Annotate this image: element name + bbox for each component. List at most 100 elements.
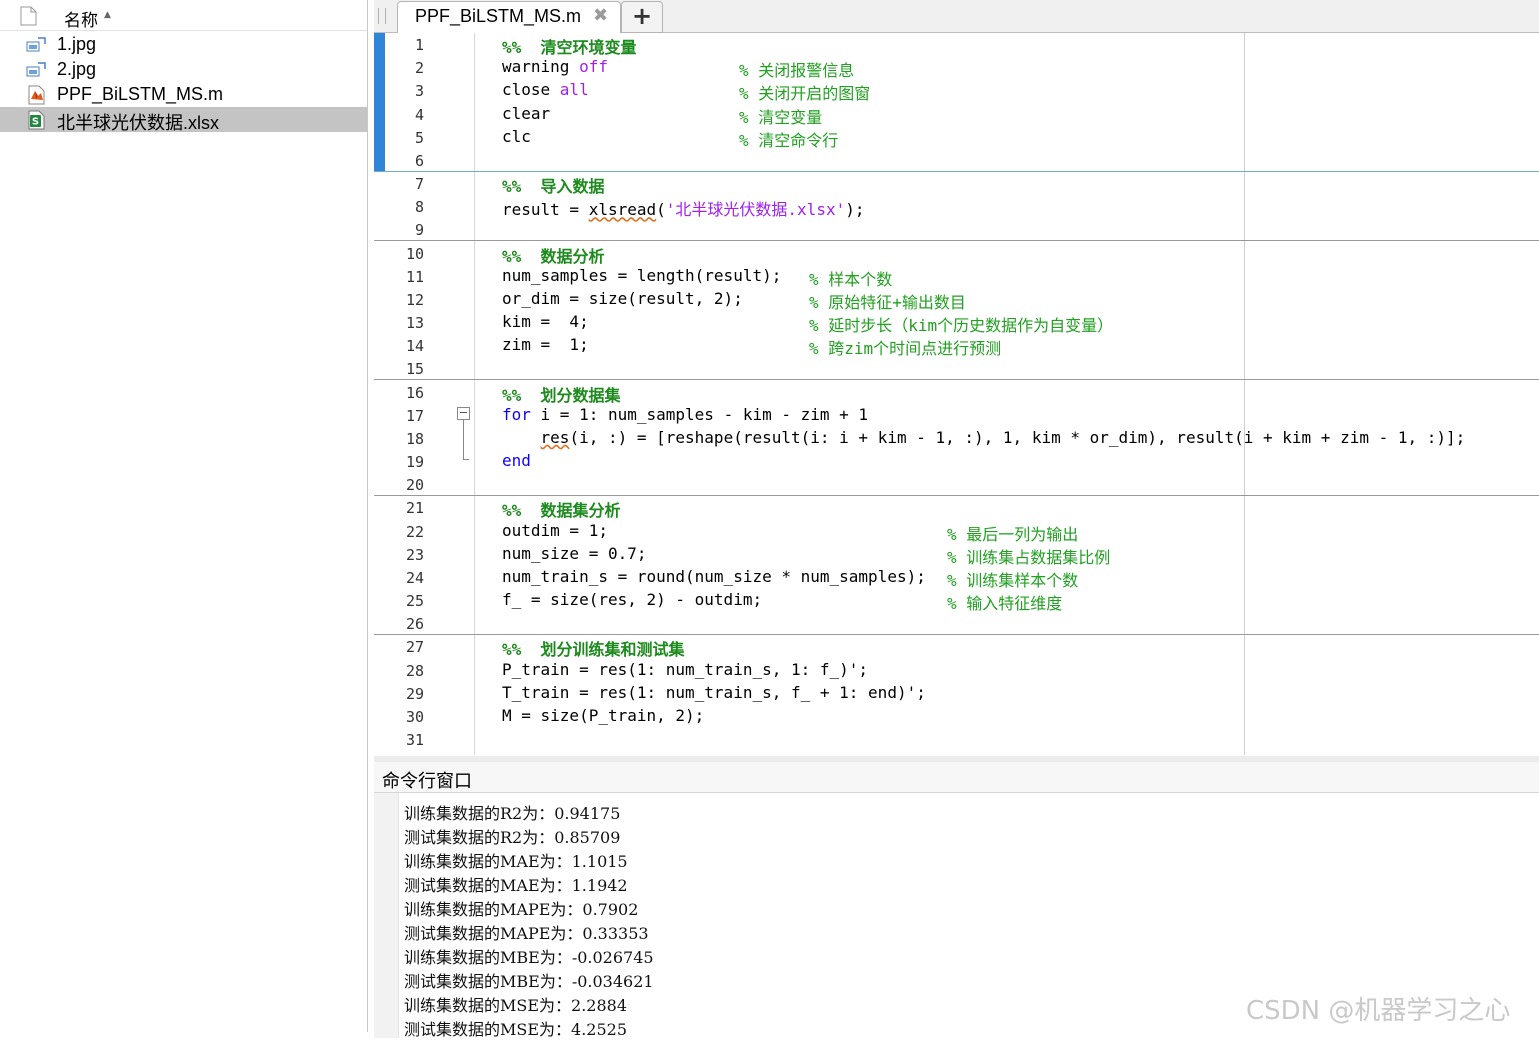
code-line[interactable]: 22 outdim = 1; % 最后一列为输出	[374, 520, 1539, 544]
code-line[interactable]: 23 num_size = 0.7; % 训练集占数据集比例	[374, 543, 1539, 567]
watermark: CSDN @机器学习之心	[1246, 996, 1511, 1026]
code-area[interactable]: 1 %% 清空环境变量 2 warning off % 关闭报警信息 3 close all…	[374, 33, 1539, 755]
line-number: 3	[414, 82, 424, 101]
code-comment: % 清空命令行	[739, 130, 839, 150]
code-comment: % 关闭报警信息	[739, 61, 855, 81]
line-number: 31	[405, 731, 424, 750]
section-title: %% 清空环境变量	[502, 38, 637, 57]
section-title: %% 导入数据	[502, 177, 605, 197]
line-number: 20	[405, 476, 424, 495]
code-line[interactable]: 5 clc % 清空命令行	[374, 126, 1539, 150]
line-number: 17	[405, 406, 424, 425]
code-line[interactable]: 17 for i = 1: num_samples - kim - zim + 1	[374, 404, 1539, 427]
code-token: zim = 1;	[502, 335, 589, 355]
line-number: 16	[405, 383, 424, 402]
tab-ppf-bilstm-ms[interactable]: PPF_BiLSTM_MS.m ✖	[397, 1, 621, 33]
code-text: res(i, :) = [reshape(result(i: i + kim -…	[502, 427, 1466, 447]
code-text: %% 清空环境变量	[502, 34, 637, 58]
code-line[interactable]: 28 P_train = res(1: num_train_s, 1: f_)';	[374, 659, 1539, 682]
code-line[interactable]: 13 kim = 4; % 延时步长（kim个历史数据作为自变量）	[374, 311, 1539, 335]
fold-toggle-icon[interactable]: −	[457, 407, 470, 420]
line-number: 10	[405, 244, 424, 263]
code-text: num_size = 0.7;	[502, 544, 647, 563]
code-line[interactable]: 14 zim = 1; % 跨zim个时间点进行预测	[374, 334, 1539, 359]
code-text: end	[502, 451, 531, 470]
code-text: clear	[502, 104, 550, 123]
code-line[interactable]: 18 res(i, :) = [reshape(result(i: i + ki…	[374, 427, 1539, 450]
file-list-header[interactable]: 名称 ▲	[0, 0, 367, 31]
code-token: off	[579, 57, 608, 77]
svg-text:S: S	[32, 117, 39, 128]
file-row-ppf-bilstm-ms-m[interactable]: PPF_BiLSTM_MS.m	[0, 82, 367, 107]
output-line: 训练集数据的MSE为：2.2884	[404, 996, 628, 1015]
code-line[interactable]: 2 warning off % 关闭报警信息	[374, 56, 1539, 81]
code-text: warning off	[502, 57, 608, 76]
code-token: (	[656, 200, 666, 220]
drag-handle[interactable]	[378, 8, 386, 24]
name-column-header[interactable]: 名称	[64, 6, 98, 31]
code-line[interactable]: 12 or_dim = size(result, 2); % 原始特征+输出数目	[374, 288, 1539, 312]
code-line[interactable]: 11 num_samples = length(result); % 样本个数	[374, 265, 1539, 289]
code-line[interactable]: 8 result = xlsread('北半球光伏数据.xlsx');	[374, 195, 1539, 220]
code-line[interactable]: 3 close all % 关闭开启的图窗	[374, 79, 1539, 104]
code-token: kim = 4;	[502, 312, 589, 332]
code-comment: % 关闭开启的图窗	[739, 84, 871, 104]
code-comment: % 样本个数	[809, 269, 893, 289]
tab-title: PPF_BiLSTM_MS.m	[415, 6, 582, 26]
line-number: 27	[405, 638, 424, 657]
code-line[interactable]: 27 %% 划分训练集和测试集	[374, 635, 1539, 659]
code-line[interactable]: 25 f_ = size(res, 2) - outdim; % 输入特征维度	[374, 589, 1539, 613]
line-number: 30	[405, 707, 424, 726]
code-token: for	[502, 404, 531, 424]
file-row-1-jpg[interactable]: 1.jpg	[0, 32, 367, 57]
code-line[interactable]: 10 %% 数据分析	[374, 242, 1539, 266]
file-name: 1.jpg	[57, 34, 97, 54]
fold-range-line	[463, 420, 464, 460]
close-tab-icon[interactable]: ✖	[593, 5, 608, 26]
file-row-xlsx-selected[interactable]: S 北半球光伏数据.xlsx	[0, 107, 367, 133]
code-line[interactable]: 7 %% 导入数据	[374, 172, 1539, 197]
code-text: result = xlsread('北半球光伏数据.xlsx');	[502, 196, 864, 220]
code-comment: % 跨zim个时间点进行预测	[809, 339, 1002, 359]
code-line[interactable]: 15	[374, 357, 1539, 380]
code-line[interactable]: 24 num_train_s = round(num_size * num_sam…	[374, 566, 1539, 590]
output-line: 训练集数据的MBE为：-0.026745	[404, 948, 654, 967]
output-line: 训练集数据的R2为：0.94175	[404, 804, 621, 823]
code-line[interactable]: 20	[374, 473, 1539, 496]
code-token: M = size(P_train, 2);	[502, 705, 705, 725]
line-number: 1	[414, 36, 424, 54]
command-window-titlebar: 命令行窗口	[374, 762, 1539, 793]
code-token: i = 1: num_samples - kim - zim + 1	[530, 404, 869, 424]
line-number: 4	[414, 105, 424, 124]
new-tab-button[interactable]: +	[621, 1, 663, 33]
code-token: T_train = res(1: num_train_s, f_ + 1: en…	[502, 682, 926, 702]
code-line[interactable]: 21 %% 数据集分析	[374, 496, 1539, 520]
code-line[interactable]: 4 clear % 清空变量	[374, 103, 1539, 127]
code-line[interactable]: 26	[374, 612, 1539, 635]
fold-range-end	[463, 459, 469, 460]
code-line[interactable]: 30 M = size(P_train, 2);	[374, 705, 1539, 728]
file-row-2-jpg[interactable]: 2.jpg	[0, 57, 367, 82]
line-number: 18	[405, 429, 424, 448]
code-text: clc	[502, 127, 531, 146]
code-line[interactable]: 19 end	[374, 450, 1539, 473]
code-token: num_train_s = round(num_size * num_sampl…	[502, 566, 926, 586]
code-line[interactable]: 1 %% 清空环境变量	[374, 33, 1539, 58]
code-line[interactable]: 6	[374, 149, 1539, 172]
output-line: 训练集数据的MAE为：1.1015	[404, 852, 628, 871]
code-line[interactable]: 31	[374, 728, 1539, 751]
code-line[interactable]: 9	[374, 218, 1539, 241]
code-token: result =	[502, 200, 589, 220]
output-line: 训练集数据的MAPE为：0.7902	[404, 900, 639, 919]
code-token: (i, :) = [reshape(result(i: i + kim - 1,…	[569, 427, 1466, 447]
code-line[interactable]: 29 T_train = res(1: num_train_s, f_ + 1: …	[374, 682, 1539, 705]
code-text: kim = 4;	[502, 312, 589, 331]
code-text: P_train = res(1: num_train_s, 1: f_)';	[502, 660, 868, 679]
image-file-icon	[26, 37, 46, 52]
code-token: all	[559, 80, 589, 100]
code-line[interactable]: 16 %% 划分数据集	[374, 381, 1539, 405]
matlab-script-icon	[28, 85, 45, 105]
line-number: 15	[405, 360, 424, 379]
code-text: %% 导入数据	[502, 173, 605, 197]
